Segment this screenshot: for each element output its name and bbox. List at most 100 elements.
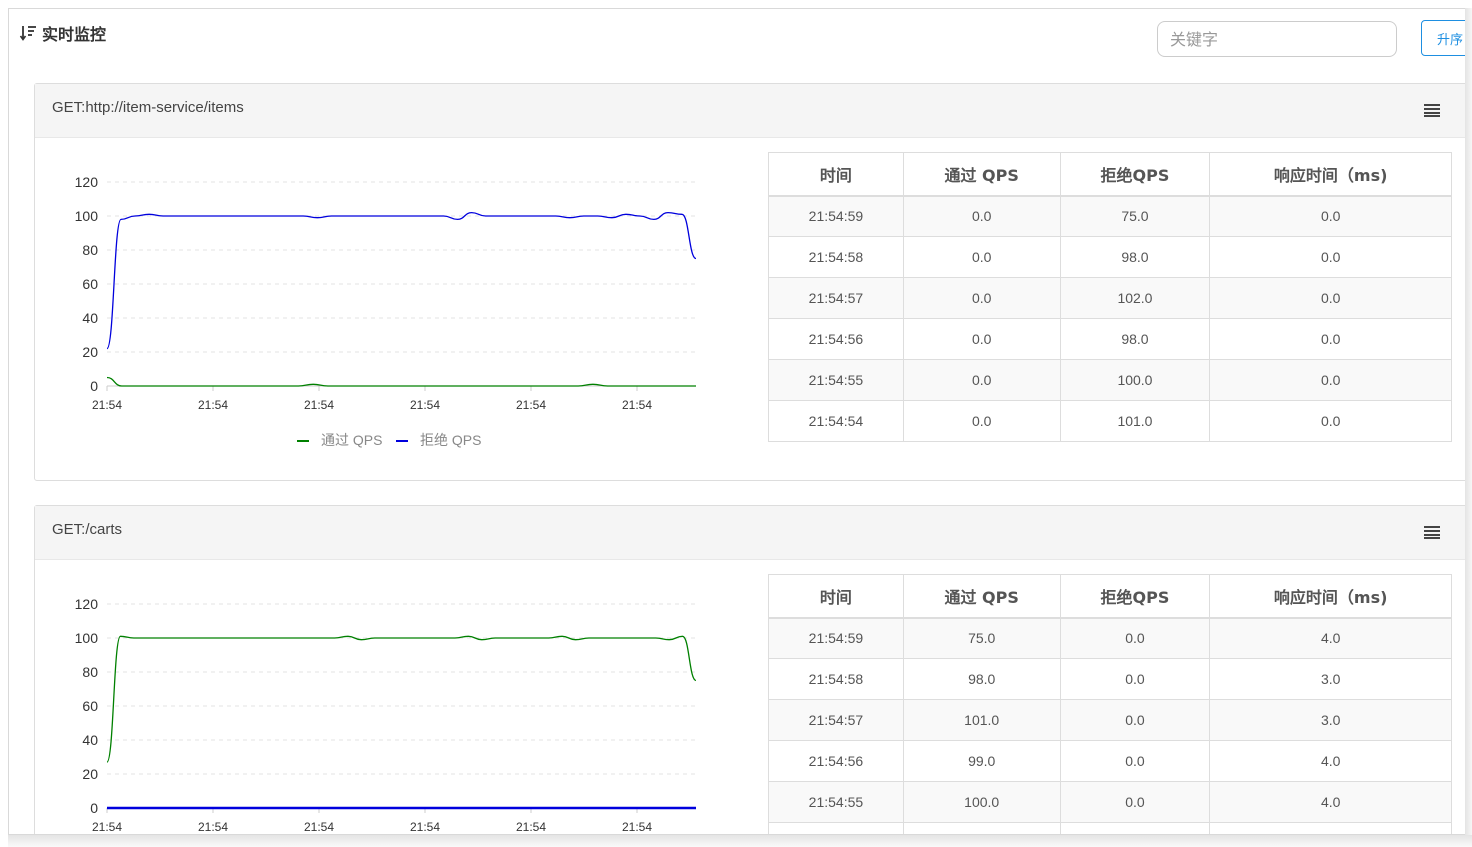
x-tick-label: 21:54 [516,398,546,412]
y-tick-label: 40 [82,310,98,326]
table-cell: 0.0 [1209,277,1452,319]
table-cell: 3.0 [1209,658,1452,700]
y-tick-label: 20 [82,344,98,360]
table-cell: 0.0 [1059,658,1211,700]
table-cell: 101.0 [902,699,1061,741]
table-cell [1059,822,1211,834]
x-tick-label: 21:54 [304,820,334,834]
table-cell: 21:54:59 [768,617,904,659]
page-header: 实时监控 [19,21,106,45]
x-tick-label: 21:54 [304,398,334,412]
column-header[interactable]: 时间 [768,574,904,619]
table-cell: 0.0 [902,400,1061,442]
table-cell: 0.0 [1209,359,1452,401]
table-cell: 0.0 [1059,699,1211,741]
column-header[interactable]: 拒绝QPS [1059,574,1211,619]
table-cell: 4.0 [1209,781,1452,823]
y-tick-label: 100 [75,208,99,224]
table-row: 21:54:58 98.0 0.0 3.0 [768,658,1452,700]
table-header-row: 时间 通过 QPS 拒绝QPS 响应时间（ms) [768,152,1452,197]
keyword-search-input[interactable] [1157,21,1397,57]
table-cell: 100.0 [902,781,1061,823]
table-cell: 99.0 [902,740,1061,782]
x-tick-label: 21:54 [622,398,652,412]
table-cell: 21:54:58 [768,658,904,700]
table-cell: 21:54:54 [768,400,904,442]
table-row: 21:54:56 99.0 0.0 4.0 [768,740,1452,782]
y-tick-label: 60 [82,698,98,714]
x-tick-label: 21:54 [92,398,122,412]
table-row: 21:54:58 0.0 98.0 0.0 [768,236,1452,278]
table-cell: 3.0 [1209,699,1452,741]
table-cell: 21:54:58 [768,236,904,278]
y-tick-label: 0 [90,800,98,816]
table-row: 21:54:55 100.0 0.0 4.0 [768,781,1452,823]
table-row: 21:54:55 0.0 100.0 0.0 [768,359,1452,401]
series-line [106,376,696,387]
panel-title: GET:http://item-service/items [52,99,244,116]
x-tick-label: 21:54 [92,820,122,834]
table-cell: 75.0 [902,617,1061,659]
table-row: 21:54:57 0.0 102.0 0.0 [768,277,1452,319]
table-cell: 0.0 [902,359,1061,401]
table-cell: 0.0 [1059,740,1211,782]
table-cell: 21:54:57 [768,699,904,741]
table-cell: 0.0 [1209,236,1452,278]
panel-header: GET:/carts [35,506,1472,560]
x-tick-label: 21:54 [410,398,440,412]
y-tick-label: 120 [75,174,99,190]
table-cell: 0.0 [902,236,1061,278]
y-tick-label: 0 [90,378,98,394]
table-row [768,822,1452,834]
table-cell: 98.0 [902,658,1061,700]
table-row: 21:54:54 0.0 101.0 0.0 [768,400,1452,442]
table-cell: 21:54:57 [768,277,904,319]
series-line [106,635,697,763]
table-cell: 0.0 [1209,195,1452,237]
qps-line-chart: 0 20 40 60 80 100 120 21:54 21:54 21:54 21:54 21:54… [75,174,697,448]
page-title: 实时监控 [42,25,107,44]
table-cell [902,822,1061,834]
x-tick-label: 21:54 [198,398,228,412]
menu-icon[interactable] [1424,525,1440,539]
table-cell: 100.0 [1059,359,1211,401]
table-cell: 75.0 [1059,195,1211,237]
legend-label: 通过 QPS [321,432,382,448]
table-cell: 0.0 [1209,318,1452,360]
table-cell: 0.0 [902,318,1061,360]
x-tick-label: 21:54 [622,820,652,834]
y-tick-label: 60 [82,276,98,292]
panel-title: GET:/carts [52,521,123,538]
table-header-row: 时间 通过 QPS 拒绝QPS 响应时间（ms) [768,574,1452,619]
column-header[interactable]: 时间 [768,152,904,197]
table-cell: 0.0 [1059,781,1211,823]
table-cell: 4.0 [1209,740,1452,782]
y-tick-label: 40 [82,732,98,748]
resource-panel: GET:/carts 0 20 40 60 80 100 120 21:54 21:54 21:5… [34,505,1472,834]
table-cell: 21:54:59 [768,195,904,237]
x-tick-label: 21:54 [410,820,440,834]
column-header[interactable]: 通过 QPS [902,574,1061,619]
table-cell: 0.0 [902,277,1061,319]
sort-icon[interactable] [19,24,37,42]
frame-shadow [8,835,1472,847]
column-header[interactable]: 响应时间（ms) [1209,574,1452,619]
table-cell: 98.0 [1059,318,1211,360]
frame-shadow [1465,8,1472,847]
table-row: 21:54:59 75.0 0.0 4.0 [768,617,1452,659]
y-tick-label: 20 [82,766,98,782]
table-cell: 0.0 [902,195,1061,237]
column-header[interactable]: 响应时间（ms) [1209,152,1452,197]
y-tick-label: 80 [82,664,98,680]
column-header[interactable]: 通过 QPS [902,152,1061,197]
table-cell: 0.0 [1059,617,1211,659]
column-header[interactable]: 拒绝QPS [1059,152,1211,197]
table-cell [1209,822,1452,834]
table-cell: 0.0 [1209,400,1452,442]
menu-icon[interactable] [1424,103,1440,117]
table-cell: 21:54:56 [768,740,904,782]
table-cell: 101.0 [1059,400,1211,442]
legend-label: 拒绝 QPS [420,432,481,448]
series-line [106,211,697,350]
table-row: 21:54:59 0.0 75.0 0.0 [768,195,1452,237]
